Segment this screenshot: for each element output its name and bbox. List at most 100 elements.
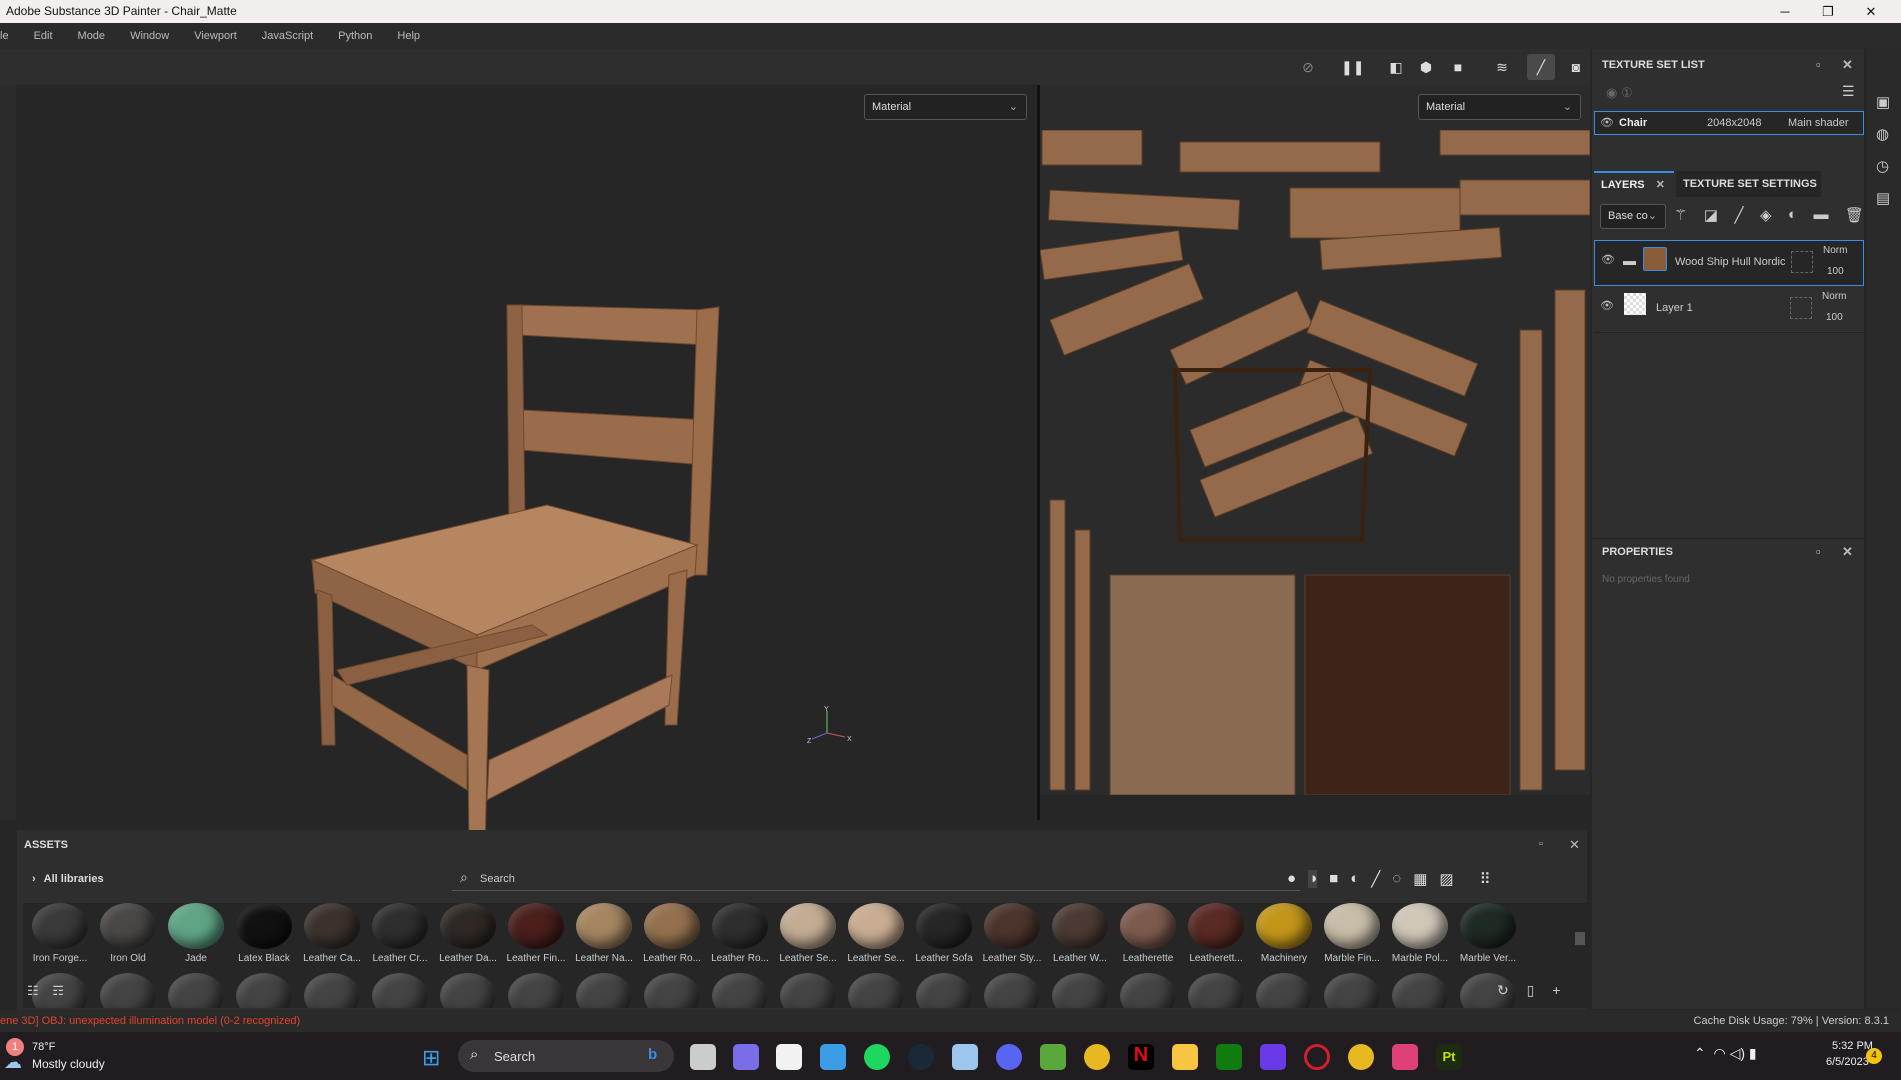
asset-thumbnail[interactable]: Leather Ro... xyxy=(639,903,705,964)
asset-thumbnail[interactable]: Iron Forge... xyxy=(27,903,93,964)
close-icon[interactable]: ✕ xyxy=(1842,52,1853,78)
grid-view-icon[interactable]: ⠿ xyxy=(1480,870,1491,888)
filter-textures-icon[interactable]: ▦ xyxy=(1413,870,1427,888)
taskbar-search[interactable]: ⌕ Search b xyxy=(458,1040,674,1072)
tray-icons[interactable]: ⌃ ◠ ◁) ▮ xyxy=(1694,1045,1757,1062)
menu-javascript[interactable]: JavaScript xyxy=(262,30,313,42)
minimize-button[interactable]: ─ xyxy=(1765,0,1805,23)
asset-preview-row2[interactable] xyxy=(508,973,564,1008)
asset-preview-row2[interactable] xyxy=(984,973,1040,1008)
add-folder-icon[interactable]: ▬ xyxy=(1813,206,1828,224)
add-effect-icon[interactable]: ⚚ xyxy=(1674,206,1687,224)
opacity-value[interactable]: 100 xyxy=(1826,312,1843,323)
close-icon[interactable]: ✕ xyxy=(1656,179,1665,191)
layer-row[interactable]: 👁 ▬ Wood Ship Hull Nordic Norm 100 xyxy=(1594,240,1864,286)
asset-thumbnail[interactable]: Leather Se... xyxy=(775,903,841,964)
eye-icon[interactable]: 👁 xyxy=(1600,117,1614,129)
chrome-icon[interactable] xyxy=(1084,1044,1110,1070)
screenshot-icon[interactable]: ◙ xyxy=(1565,57,1587,77)
close-icon[interactable]: ✕ xyxy=(1842,539,1853,565)
asset-thumbnail[interactable]: Iron Old xyxy=(95,903,161,964)
file-explorer-icon[interactable] xyxy=(1172,1044,1198,1070)
menu-edit[interactable]: Edit xyxy=(34,30,53,42)
asset-thumbnail[interactable]: Leather Na... xyxy=(571,903,637,964)
add-paint-layer-icon[interactable]: ╱ xyxy=(1735,206,1744,224)
display-settings-icon[interactable]: ▣ xyxy=(1876,87,1890,119)
add-mask-icon[interactable]: ◪ xyxy=(1704,206,1718,224)
menu-window[interactable]: Window xyxy=(130,30,169,42)
blend-mode[interactable]: Norm xyxy=(1822,291,1846,302)
asset-thumbnail[interactable]: Leather Sofa xyxy=(911,903,977,964)
teams-icon[interactable] xyxy=(733,1044,759,1070)
mask-slot[interactable] xyxy=(1790,297,1812,319)
asset-preview-row2[interactable] xyxy=(848,973,904,1008)
xbox-icon[interactable] xyxy=(1216,1044,1242,1070)
painter-icon[interactable]: Pt xyxy=(1436,1044,1462,1070)
save-icon[interactable]: ☷ xyxy=(27,983,39,998)
symmetry-icon[interactable]: ≋ xyxy=(1491,57,1513,77)
asset-thumbnail[interactable]: Leather Ca... xyxy=(299,903,365,964)
monitor-icon[interactable] xyxy=(952,1044,978,1070)
layer-row[interactable]: 👁 Layer 1 Norm 100 xyxy=(1594,287,1864,333)
filter-alphas-icon[interactable]: ◌ xyxy=(1392,870,1401,888)
close-icon[interactable]: ✕ xyxy=(1569,837,1580,853)
error-message[interactable]: ene 3D] OBJ: unexpected illumination mod… xyxy=(0,1010,300,1032)
start-icon[interactable]: ⊞ xyxy=(422,1045,440,1071)
paint-brush-button[interactable]: ╱ xyxy=(1527,54,1555,80)
add-fill-layer-icon[interactable]: ◈ xyxy=(1760,206,1772,224)
asset-preview-row2[interactable] xyxy=(372,973,428,1008)
list-menu-icon[interactable]: ☰ xyxy=(1842,83,1855,100)
notification-badge[interactable]: 4 xyxy=(1866,1048,1882,1064)
asset-preview-row2[interactable] xyxy=(168,973,224,1008)
texture-set-row-chair[interactable]: 👁 Chair 2048x2048 Main shader xyxy=(1594,111,1864,135)
asset-preview-row2[interactable] xyxy=(644,973,700,1008)
import-icon[interactable]: ☶ xyxy=(52,983,64,998)
filter-materials-icon[interactable]: ● xyxy=(1287,870,1296,888)
spotify-icon[interactable] xyxy=(864,1044,890,1070)
cube-view-icon[interactable]: ⬢ xyxy=(1415,57,1437,77)
asset-preview-row2[interactable] xyxy=(1188,973,1244,1008)
layer-name[interactable]: Wood Ship Hull Nordic xyxy=(1675,256,1785,268)
steam-icon[interactable] xyxy=(908,1044,934,1070)
weather-text[interactable]: Mostly cloudy xyxy=(32,1057,105,1071)
asset-preview-row2[interactable] xyxy=(576,973,632,1008)
asset-preview-row2[interactable] xyxy=(1052,973,1108,1008)
temperature[interactable]: 78°F xyxy=(32,1041,55,1053)
add-icon[interactable]: + xyxy=(1552,982,1560,998)
cloud-icon[interactable]: ☁ xyxy=(4,1052,22,1073)
minecraft-icon[interactable] xyxy=(1040,1044,1066,1070)
asset-preview-row2[interactable] xyxy=(916,973,972,1008)
uv-mode-dropdown[interactable]: Material ⌄ xyxy=(1418,94,1581,120)
asset-preview-row2[interactable] xyxy=(1392,973,1448,1008)
add-smart-material-icon[interactable]: ◐ xyxy=(1788,206,1797,224)
filter-environments-icon[interactable]: ▨ xyxy=(1439,870,1453,888)
asset-preview-row2[interactable] xyxy=(236,973,292,1008)
asset-thumbnail[interactable]: Leather Da... xyxy=(435,903,501,964)
new-page-icon[interactable]: ▯ xyxy=(1527,982,1535,998)
asset-thumbnail[interactable]: Leatherette xyxy=(1115,903,1181,964)
asset-preview-row2[interactable] xyxy=(1324,973,1380,1008)
asset-preview-row2[interactable] xyxy=(1256,973,1312,1008)
blend-mode[interactable]: Norm xyxy=(1823,245,1847,256)
opera-icon[interactable] xyxy=(1304,1044,1330,1070)
maximize-button[interactable]: ❐ xyxy=(1808,0,1848,23)
asset-thumbnail[interactable]: Leather Ro... xyxy=(707,903,773,964)
asset-thumbnail[interactable]: Latex Black xyxy=(231,903,297,964)
chrome-profile-icon[interactable] xyxy=(1348,1044,1374,1070)
asset-preview-row2[interactable] xyxy=(1120,973,1176,1008)
channel-dropdown[interactable]: Base co ⌄ xyxy=(1600,204,1666,229)
asset-preview-row2[interactable] xyxy=(100,973,156,1008)
asset-thumbnail[interactable]: Leather Cr... xyxy=(367,903,433,964)
library-selector[interactable]: › All libraries xyxy=(32,873,104,885)
menu-mode[interactable]: Mode xyxy=(78,30,106,42)
undock-icon[interactable]: ▫ xyxy=(1816,539,1821,565)
asset-preview-row2[interactable] xyxy=(780,973,836,1008)
menu-help[interactable]: Help xyxy=(397,30,420,42)
asset-thumbnail[interactable]: Leather Fin... xyxy=(503,903,569,964)
asset-preview-row2[interactable] xyxy=(440,973,496,1008)
log-icon[interactable]: ▤ xyxy=(1876,183,1890,215)
2d-uv-viewport[interactable]: Material ⌄ xyxy=(1040,85,1590,795)
asset-thumbnail[interactable]: Leather W... xyxy=(1047,903,1113,964)
asset-preview-row2[interactable] xyxy=(712,973,768,1008)
pause-button[interactable]: ❚❚ xyxy=(1341,57,1364,77)
